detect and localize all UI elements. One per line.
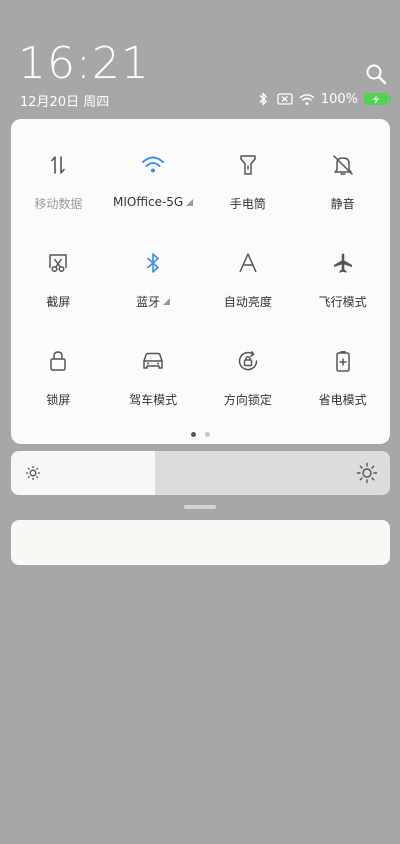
tile-label: 省电模式 xyxy=(318,393,367,407)
battery-percent: 100% xyxy=(320,91,358,107)
tile-bluetooth[interactable]: 蓝牙 xyxy=(106,217,201,315)
search-button[interactable] xyxy=(364,62,388,86)
clock: 16:21 xyxy=(18,38,150,89)
tile-label: 蓝牙 xyxy=(136,295,161,309)
no-sim-icon xyxy=(277,91,293,107)
flashlight-icon xyxy=(236,153,260,177)
brightness-low-icon xyxy=(25,465,41,481)
tile-label: 静音 xyxy=(330,197,355,211)
car-icon xyxy=(141,349,165,373)
tile-label: 驾车模式 xyxy=(129,393,178,407)
mute-icon xyxy=(331,153,355,177)
tile-label: 截屏 xyxy=(46,295,71,309)
tile-mute[interactable]: 静音 xyxy=(295,119,390,217)
battery-saver-icon xyxy=(331,349,355,373)
wifi-status-icon xyxy=(299,91,315,107)
tile-label: 方向锁定 xyxy=(223,393,272,407)
tile-label: 自动亮度 xyxy=(223,295,272,309)
brightness-slider[interactable] xyxy=(11,451,390,495)
page-dot[interactable] xyxy=(205,432,210,437)
tile-label: 手电筒 xyxy=(229,197,266,211)
bluetooth-status-icon xyxy=(255,91,271,107)
tile-auto-brightness[interactable]: 自动亮度 xyxy=(201,217,296,315)
mobile-data-icon xyxy=(46,153,70,177)
tile-battery-saver[interactable]: 省电模式 xyxy=(295,315,390,413)
tile-flashlight[interactable]: 手电筒 xyxy=(201,119,296,217)
page-dot-active[interactable] xyxy=(191,432,196,437)
auto-brightness-icon xyxy=(236,251,260,275)
tile-driving-mode[interactable]: 驾车模式 xyxy=(106,315,201,413)
notification-card[interactable] xyxy=(11,520,390,565)
tile-wifi[interactable]: MIOffice-5G xyxy=(106,119,201,217)
lock-icon xyxy=(46,349,70,373)
brightness-high-icon xyxy=(356,462,378,484)
tile-label: 飞行模式 xyxy=(318,295,367,309)
airplane-icon xyxy=(331,251,355,275)
quick-settings-panel: 移动数据 MIOffice-5G 手电筒 静音 截屏 蓝牙 自动亮度 飞行模式 … xyxy=(11,119,390,444)
tile-lock-screen[interactable]: 锁屏 xyxy=(11,315,106,413)
rotation-lock-icon xyxy=(236,349,260,373)
tile-airplane[interactable]: 飞行模式 xyxy=(295,217,390,315)
search-icon xyxy=(366,64,387,85)
tile-rotation-lock[interactable]: 方向锁定 xyxy=(201,315,296,413)
date-text[interactable]: 12月20日 周四 xyxy=(20,91,109,110)
page-indicator xyxy=(11,432,390,437)
toggle-grid: 移动数据 MIOffice-5G 手电筒 静音 截屏 蓝牙 自动亮度 飞行模式 … xyxy=(11,119,390,413)
drag-handle[interactable] xyxy=(184,505,216,509)
tile-label: 移动数据 xyxy=(34,197,83,211)
expand-indicator-icon[interactable] xyxy=(186,198,194,206)
screenshot-icon xyxy=(46,251,70,275)
tile-screenshot[interactable]: 截屏 xyxy=(11,217,106,315)
status-bar: 100% xyxy=(255,90,391,108)
tile-label: MIOffice-5G xyxy=(113,195,184,209)
wifi-icon xyxy=(141,153,165,177)
bluetooth-icon xyxy=(141,251,165,275)
battery-icon xyxy=(364,93,391,105)
tile-label: 锁屏 xyxy=(46,393,71,407)
expand-indicator-icon[interactable] xyxy=(163,298,171,305)
tile-mobile-data[interactable]: 移动数据 xyxy=(11,119,106,217)
